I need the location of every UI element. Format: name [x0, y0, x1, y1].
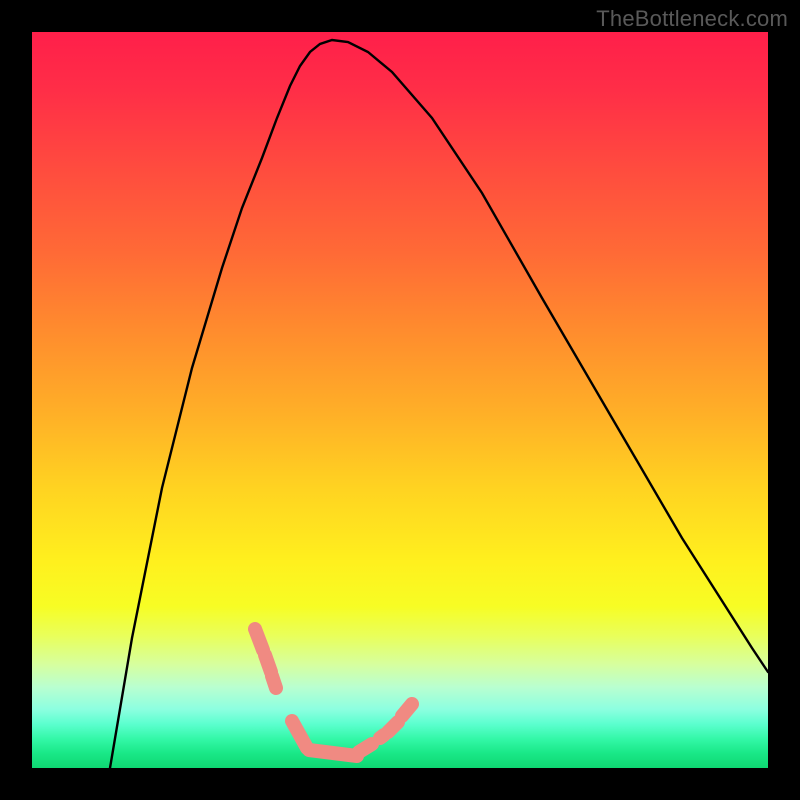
- bottleneck-curve: [110, 40, 768, 768]
- salmon-segment: [380, 735, 384, 738]
- salmon-segment: [292, 721, 307, 748]
- salmon-segment: [388, 722, 398, 732]
- chart-frame: TheBottleneck.com: [0, 0, 800, 800]
- curve-layer: [32, 32, 768, 768]
- salmon-segment: [255, 629, 263, 650]
- watermark-text: TheBottleneck.com: [596, 6, 788, 32]
- plot-area: [32, 32, 768, 768]
- salmon-segment: [359, 744, 372, 752]
- salmon-decorations: [255, 629, 412, 756]
- salmon-segment: [309, 750, 357, 756]
- salmon-segment: [272, 676, 276, 688]
- salmon-segment: [402, 704, 412, 716]
